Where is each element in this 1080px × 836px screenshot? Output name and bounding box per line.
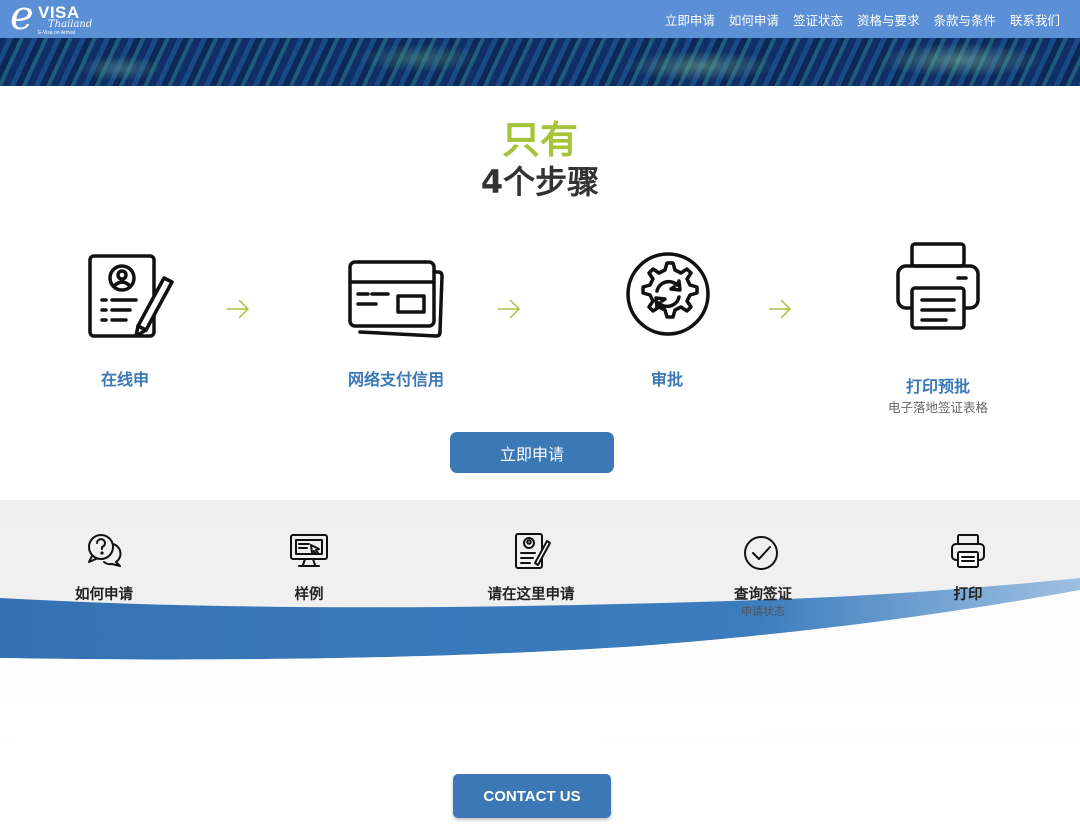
evisa-thailand-logo[interactable]: e VISA Thailand E-Visa on Arrival bbox=[10, 0, 93, 39]
arrow-right-icon bbox=[227, 299, 250, 319]
computer-sample-icon[interactable] bbox=[289, 533, 329, 569]
nav-terms[interactable]: 条款与条件 bbox=[933, 10, 996, 29]
step-4-label: 打印预批 bbox=[905, 377, 970, 396]
nav-how-to-apply[interactable]: 如何申请 bbox=[729, 10, 779, 29]
top-navigation-bar: e VISA Thailand E-Visa on Arrival 立即申请 如… bbox=[0, 0, 1080, 38]
quick-link-sample[interactable]: 样例 bbox=[229, 583, 389, 604]
main-nav: 立即申请 如何申请 签证状态 资格与要求 条款与条件 联系我们 bbox=[651, 0, 1060, 38]
nav-contact[interactable]: 联系我们 bbox=[1010, 10, 1060, 29]
logo-e: e bbox=[10, 0, 34, 39]
quick-link-how-to-apply[interactable]: 如何申请 bbox=[24, 583, 184, 604]
contact-us-button[interactable]: CONTACT US bbox=[453, 774, 611, 818]
quick-link-check-visa-sublabel: 申请状态 bbox=[741, 605, 785, 618]
quick-link-check-visa[interactable]: 查询签证 bbox=[683, 583, 843, 604]
hero-title-only: 只有 bbox=[501, 118, 578, 162]
credit-card-icon bbox=[348, 260, 444, 338]
nav-apply-now[interactable]: 立即申请 bbox=[665, 10, 715, 29]
step-4-sublabel: 电子落地签证表格 bbox=[887, 400, 988, 415]
hero-title-four-steps: 4个步骤 bbox=[480, 163, 600, 201]
step-1-label: 在线申 bbox=[100, 370, 149, 389]
quick-link-apply-here[interactable]: 请在这里申请 bbox=[451, 583, 611, 604]
printer-icon[interactable] bbox=[949, 532, 987, 570]
apply-now-button[interactable]: 立即申请 bbox=[450, 432, 614, 473]
step-2-label: 网络支付信用 bbox=[347, 370, 444, 389]
quick-link-print[interactable]: 打印 bbox=[888, 583, 1048, 604]
hero-banner-image bbox=[0, 38, 1080, 86]
check-circle-icon[interactable] bbox=[743, 535, 779, 571]
printer-icon bbox=[896, 242, 980, 330]
form-pen-icon[interactable] bbox=[513, 531, 553, 571]
arrow-right-icon bbox=[498, 299, 521, 319]
logo-tagline: E-Visa on Arrival bbox=[38, 30, 75, 36]
step-3-label: 审批 bbox=[650, 370, 683, 389]
approval-gear-icon bbox=[626, 252, 710, 336]
application-form-icon bbox=[88, 254, 174, 338]
logo-country: Thailand bbox=[48, 19, 93, 30]
help-chat-icon[interactable] bbox=[86, 532, 124, 568]
nav-eligibility[interactable]: 资格与要求 bbox=[857, 10, 920, 29]
nav-visa-status[interactable]: 签证状态 bbox=[793, 10, 843, 29]
arrow-right-icon bbox=[769, 299, 792, 319]
